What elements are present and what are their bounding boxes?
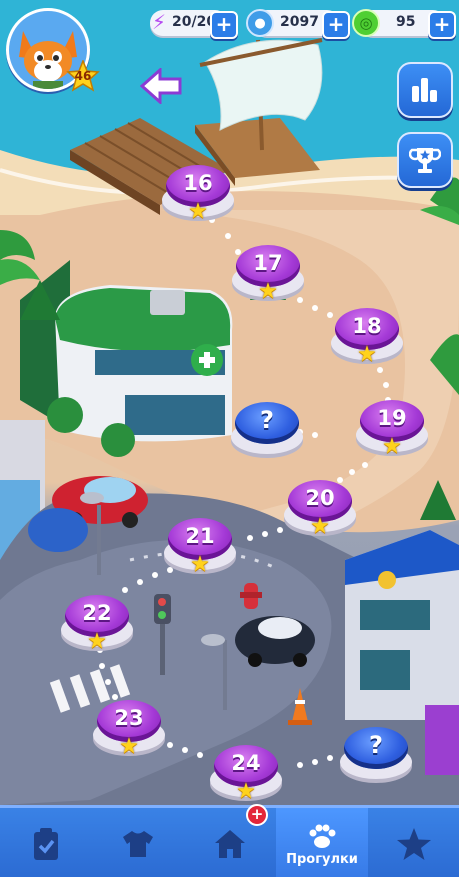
star-icon: ★ <box>310 514 330 539</box>
tshirt-icon <box>123 831 153 857</box>
home-icon <box>215 830 245 858</box>
level-number: 17 <box>253 251 283 275</box>
level-number: 20 <box>305 486 335 510</box>
coins-value: 2097 <box>280 14 319 30</box>
tab-walks[interactable]: Прогулки <box>276 808 368 877</box>
level-map: 16 ★ 17 ★ 18 ★ 19 ★ ? 20 ★ 21 ★ 22 ★ 23 … <box>0 0 459 877</box>
add-coins-button[interactable]: + <box>322 11 350 39</box>
clipboard-check-icon <box>34 828 58 860</box>
level-number: 21 <box>185 524 215 548</box>
blue-car <box>28 508 88 552</box>
level-node-23[interactable]: 23 ★ <box>93 700 165 759</box>
tab-wardrobe[interactable] <box>92 808 184 877</box>
star-icon: ★ <box>357 342 377 367</box>
level-node-16[interactable]: 16 ★ <box>162 165 234 224</box>
star-icon: ★ <box>382 434 402 459</box>
mystery-node-2[interactable]: ? <box>340 727 412 783</box>
mystery-node[interactable]: ? <box>231 402 303 458</box>
level-number: 18 <box>352 314 382 338</box>
mystery-mark: ? <box>260 406 274 434</box>
leaderboard-button[interactable] <box>397 62 453 118</box>
level-node-22[interactable]: 22 ★ <box>61 595 133 654</box>
level-node-21[interactable]: 21 ★ <box>164 518 236 577</box>
paw-icon <box>309 824 336 848</box>
level-number: 19 <box>377 406 407 430</box>
candies-counter: ◎ 95 + <box>352 9 456 39</box>
level-node-20[interactable]: 20 ★ <box>284 480 356 539</box>
energy-counter: ⚡ 20/20 + <box>150 10 238 39</box>
mystery-mark: ? <box>369 731 383 759</box>
add-candies-button[interactable]: + <box>428 11 456 39</box>
level-number: 23 <box>114 706 144 730</box>
coin-icon: ● <box>246 9 274 37</box>
bottom-nav: + Прогулки <box>0 804 459 877</box>
level-node-19[interactable]: 19 ★ <box>356 400 428 459</box>
arrow-left-icon <box>139 66 182 106</box>
tab-tasks[interactable] <box>0 808 92 877</box>
back-button[interactable] <box>139 66 184 106</box>
star-icon: ★ <box>190 552 210 577</box>
player-level-value: 46 <box>74 69 92 83</box>
level-number: 24 <box>231 751 261 775</box>
home-notification-badge: + <box>246 804 268 826</box>
star-icon: ★ <box>188 199 208 224</box>
star-icon <box>397 828 431 860</box>
trophy-icon <box>409 148 441 173</box>
level-node-18[interactable]: 18 ★ <box>331 308 403 367</box>
level-number: 16 <box>183 171 213 195</box>
level-number: 22 <box>82 601 112 625</box>
player-level-badge: 46 <box>66 60 100 92</box>
candy-icon: ◎ <box>352 9 380 37</box>
achievements-button[interactable] <box>397 132 453 188</box>
lightning-icon: ⚡ <box>151 10 167 34</box>
star-icon: ★ <box>87 629 107 654</box>
add-energy-button[interactable]: + <box>210 11 238 39</box>
star-icon: ★ <box>258 279 278 304</box>
star-icon: ★ <box>236 779 256 804</box>
bar-chart-icon <box>412 78 437 102</box>
level-node-17[interactable]: 17 ★ <box>232 245 304 304</box>
tab-favorites[interactable] <box>368 808 459 877</box>
coins-counter: ● 2097 + <box>246 9 350 39</box>
level-node-24[interactable]: 24 ★ <box>210 745 282 804</box>
candies-value: 95 <box>396 14 416 30</box>
tab-home[interactable]: + <box>184 804 276 877</box>
tab-walks-label: Прогулки <box>286 851 358 867</box>
star-icon: ★ <box>119 734 139 759</box>
